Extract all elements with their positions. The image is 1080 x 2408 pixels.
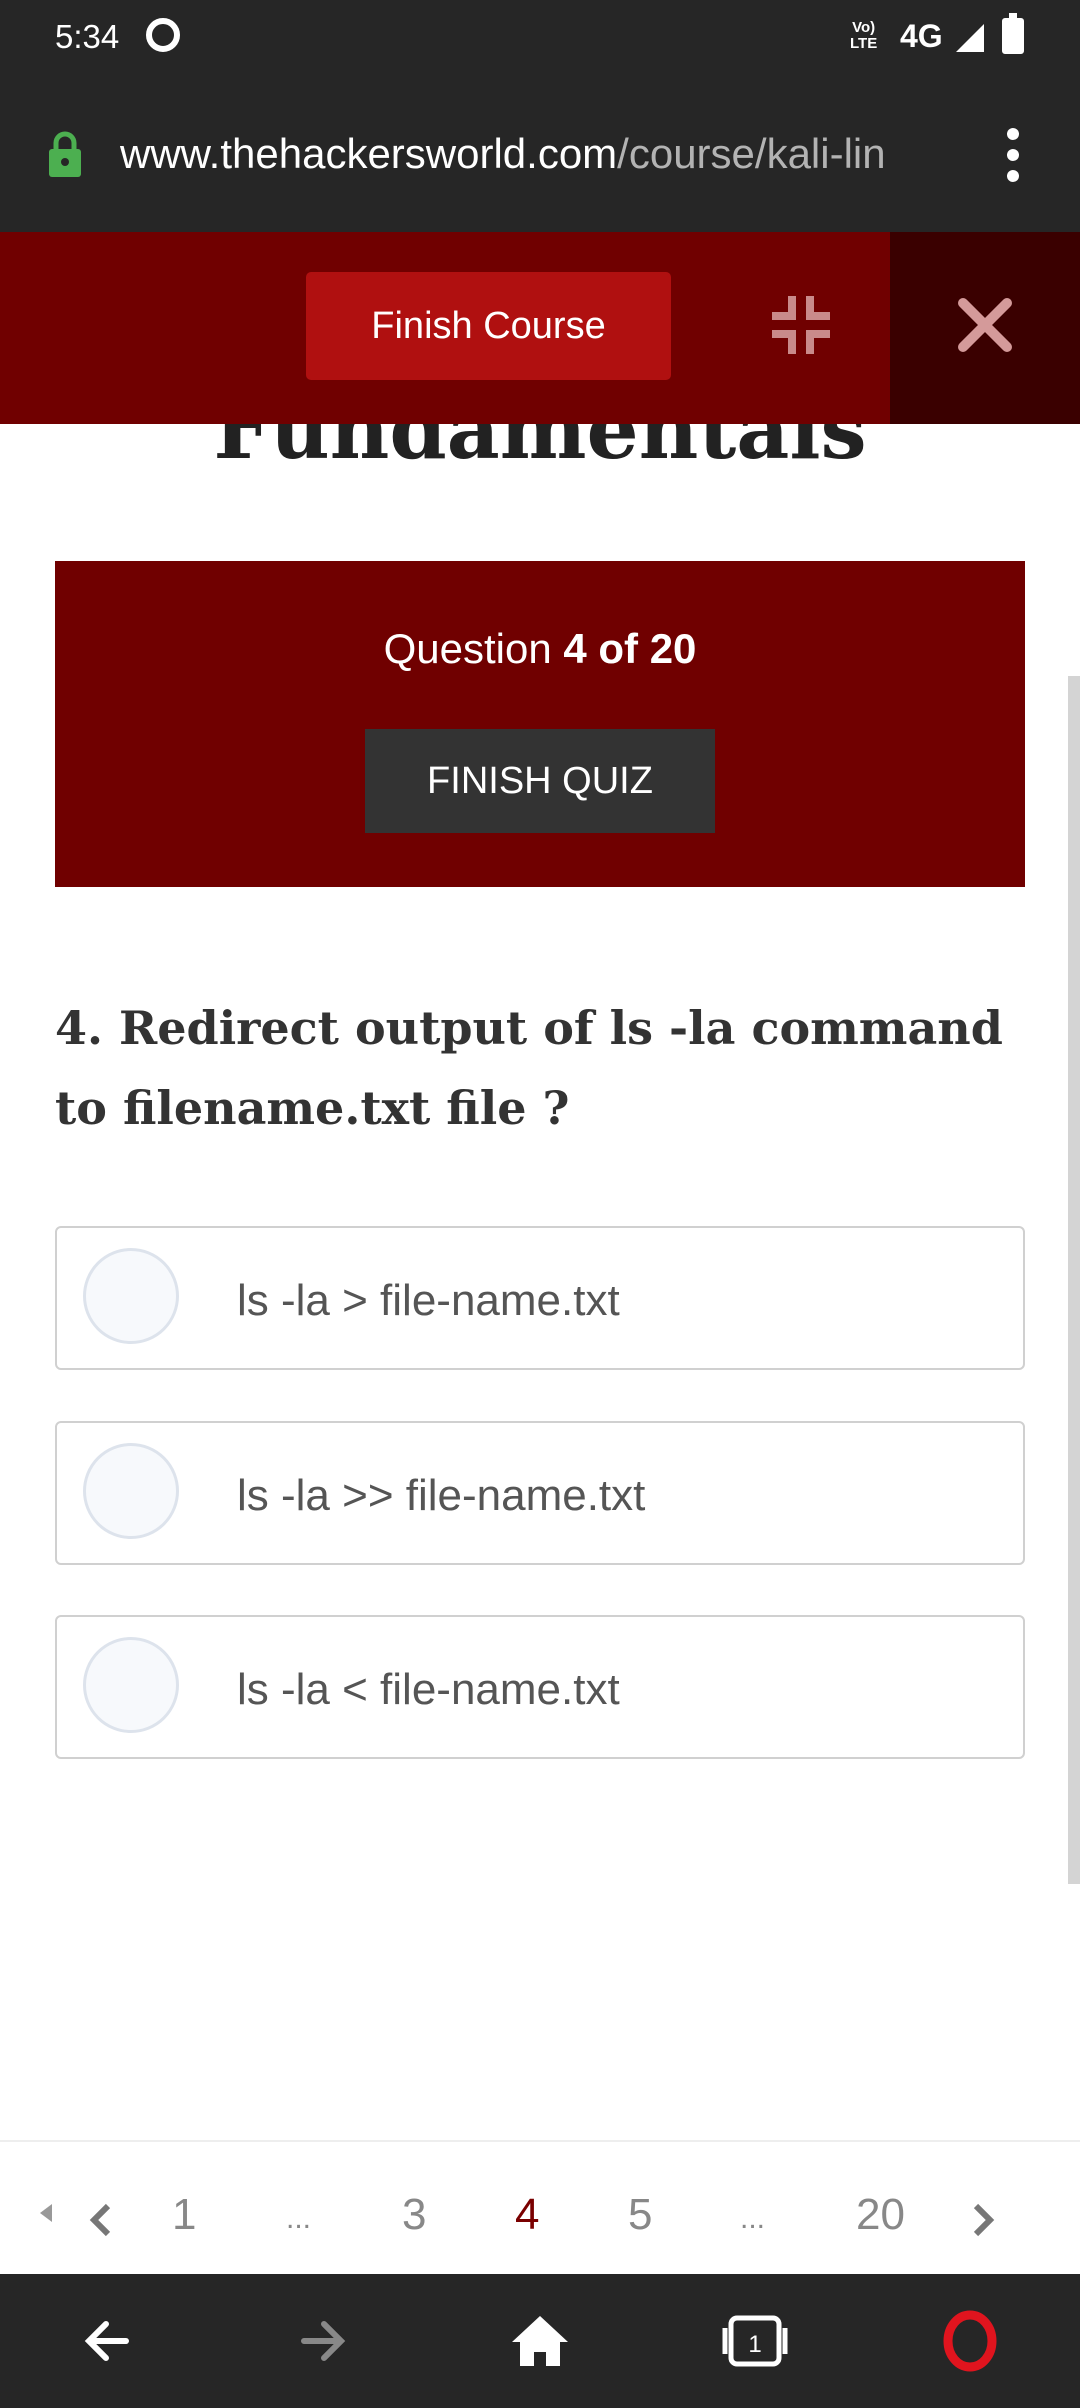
- collapse-icon[interactable]: [770, 294, 832, 356]
- signal-icon: [956, 24, 984, 52]
- lock-icon: [49, 131, 81, 177]
- network-type: 4G: [900, 18, 943, 54]
- answer-option[interactable]: ls -la < file-name.txt: [55, 1615, 1025, 1759]
- course-header: Finish Course: [0, 232, 890, 424]
- opera-notification-icon: [146, 18, 180, 52]
- question-text: 4. Redirect output of ls -la command to …: [55, 1001, 1003, 1135]
- forward-arrow-icon[interactable]: [282, 2304, 362, 2378]
- pagination: 1 ... 3 4 5 ... 20: [0, 2140, 1080, 2274]
- radio-button[interactable]: [83, 1248, 179, 1344]
- volte-icon: Vo) LTE: [850, 19, 878, 52]
- radio-button[interactable]: [83, 1637, 179, 1733]
- page-link-20[interactable]: 20: [856, 2190, 905, 2240]
- answer-option[interactable]: ls -la >> file-name.txt: [55, 1421, 1025, 1565]
- opera-logo-icon[interactable]: [930, 2304, 1010, 2378]
- radio-button[interactable]: [83, 1443, 179, 1539]
- answer-label: ls -la >> file-name.txt: [237, 1471, 646, 1520]
- answer-label: ls -la < file-name.txt: [237, 1665, 620, 1714]
- quiz-header: Question 4 of 20 FINISH QUIZ: [55, 561, 1025, 887]
- browser-address-bar: www.thehackersworld.com/course/kali-lin: [0, 78, 1080, 232]
- back-arrow-icon[interactable]: [68, 2304, 148, 2378]
- finish-quiz-button[interactable]: FINISH QUIZ: [365, 729, 715, 833]
- page-link-5[interactable]: 5: [628, 2190, 652, 2240]
- page-ellipsis: ...: [740, 2202, 766, 2235]
- chevron-right-icon[interactable]: [962, 2198, 1002, 2242]
- first-page-icon[interactable]: [40, 2204, 52, 2222]
- url-domain: www.thehackersworld.com: [120, 130, 618, 177]
- question-counter-value: 4 of 20: [563, 625, 697, 672]
- svg-text:1: 1: [748, 2331, 761, 2358]
- tabs-icon[interactable]: 1: [715, 2304, 795, 2378]
- page-link-3[interactable]: 3: [402, 2190, 426, 2240]
- close-icon: [958, 298, 1012, 352]
- answer-option[interactable]: ls -la > file-name.txt: [55, 1226, 1025, 1370]
- finish-course-button[interactable]: Finish Course: [306, 272, 671, 380]
- page-link-1[interactable]: 1: [172, 2190, 196, 2240]
- home-icon[interactable]: [500, 2304, 580, 2378]
- chevron-left-icon[interactable]: [82, 2198, 122, 2242]
- page-link-4-current[interactable]: 4: [515, 2190, 539, 2240]
- status-time: 5:34: [55, 18, 120, 55]
- url-path: /course/kali-lin: [617, 130, 886, 177]
- url-field[interactable]: www.thehackersworld.com/course/kali-lin: [120, 130, 960, 178]
- page-title: Fundamentals: [213, 424, 867, 474]
- close-course-button[interactable]: [890, 232, 1080, 424]
- browser-menu-icon[interactable]: [1003, 128, 1023, 182]
- question-counter: Question 4 of 20: [383, 625, 697, 672]
- status-bar: 5:34 Vo) LTE 4G: [0, 0, 1080, 78]
- scrollbar[interactable]: [1068, 676, 1080, 1884]
- page-ellipsis: ...: [286, 2202, 312, 2235]
- answer-label: ls -la > file-name.txt: [237, 1276, 620, 1325]
- battery-icon: [1002, 13, 1024, 54]
- navigation-bar: 1: [0, 2274, 1080, 2408]
